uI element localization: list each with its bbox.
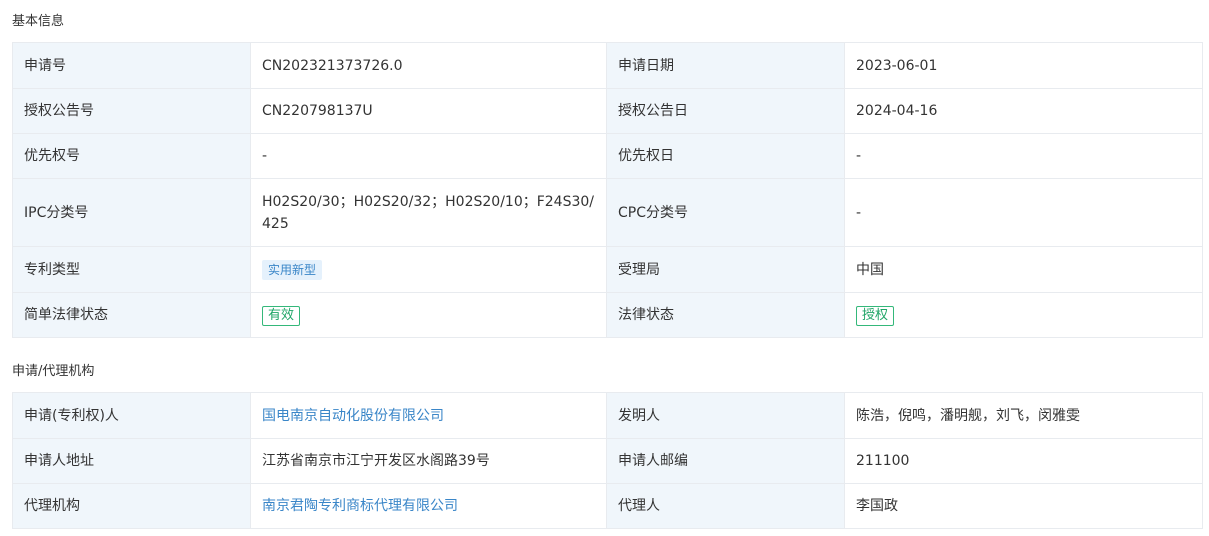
patent-type-label: 专利类型 <box>12 246 251 293</box>
basic-info-table: 申请号 CN202321373726.0 申请日期 2023-06-01 授权公… <box>12 42 1203 338</box>
simple-status-cell: 有效 <box>250 292 607 338</box>
section-title-basic-info: 基本信息 <box>12 14 65 29</box>
priority-no-value: - <box>250 133 607 179</box>
grant-no-label: 授权公告号 <box>12 88 251 134</box>
simple-status-label: 简单法律状态 <box>12 292 251 338</box>
ipc-value: H02S20/30；H02S20/32；H02S20/10；F24S30/425 <box>250 178 607 247</box>
app-no-value: CN202321373726.0 <box>250 42 607 89</box>
priority-date-value: - <box>844 133 1203 179</box>
table-row: 优先权号 - 优先权日 - <box>12 133 1203 179</box>
cpc-value: - <box>844 178 1203 247</box>
agent-value: 李国政 <box>844 483 1203 529</box>
cpc-label: CPC分类号 <box>606 178 845 247</box>
agent-label: 代理人 <box>606 483 845 529</box>
table-row: 申请号 CN202321373726.0 申请日期 2023-06-01 <box>12 42 1203 89</box>
inventor-label: 发明人 <box>606 392 845 439</box>
inventors-value: 陈浩，倪鸣，潘明舰，刘飞，闵雅雯 <box>844 392 1203 439</box>
table-row: 申请(专利权)人 国电南京自动化股份有限公司 发明人 陈浩，倪鸣，潘明舰，刘飞，… <box>12 392 1203 439</box>
office-label: 受理局 <box>606 246 845 293</box>
applicant-label: 申请(专利权)人 <box>12 392 251 439</box>
agency-table: 申请(专利权)人 国电南京自动化股份有限公司 发明人 陈浩，倪鸣，潘明舰，刘飞，… <box>12 392 1203 529</box>
section-title-agency: 申请/代理机构 <box>12 364 95 379</box>
table-row: IPC分类号 H02S20/30；H02S20/32；H02S20/10；F24… <box>12 178 1203 247</box>
priority-no-label: 优先权号 <box>12 133 251 179</box>
patent-type-badge: 实用新型 <box>262 259 323 280</box>
app-no-label: 申请号 <box>12 42 251 89</box>
table-row: 申请人地址 江苏省南京市江宁开发区水阁路39号 申请人邮编 211100 <box>12 438 1203 484</box>
applicant-link[interactable]: 国电南京自动化股份有限公司 <box>262 408 444 424</box>
address-value: 江苏省南京市江宁开发区水阁路39号 <box>250 438 607 484</box>
legal-status-cell: 授权 <box>844 292 1203 338</box>
table-row: 简单法律状态 有效 法律状态 授权 <box>12 292 1203 338</box>
grant-date-label: 授权公告日 <box>606 88 845 134</box>
legal-status-badge: 授权 <box>856 306 895 326</box>
grant-no-value: CN220798137U <box>250 88 607 134</box>
simple-status-badge: 有效 <box>262 306 301 326</box>
table-row: 代理机构 南京君陶专利商标代理有限公司 代理人 李国政 <box>12 483 1203 529</box>
app-date-label: 申请日期 <box>606 42 845 89</box>
table-row: 授权公告号 CN220798137U 授权公告日 2024-04-16 <box>12 88 1203 134</box>
ipc-label: IPC分类号 <box>12 178 251 247</box>
applicant-cell: 国电南京自动化股份有限公司 <box>250 392 607 439</box>
priority-date-label: 优先权日 <box>606 133 845 179</box>
grant-date-value: 2024-04-16 <box>844 88 1203 134</box>
legal-status-label: 法律状态 <box>606 292 845 338</box>
patent-type-cell: 实用新型 <box>250 246 607 293</box>
agency-label: 代理机构 <box>12 483 251 529</box>
agency-link[interactable]: 南京君陶专利商标代理有限公司 <box>262 498 458 514</box>
zip-label: 申请人邮编 <box>606 438 845 484</box>
address-label: 申请人地址 <box>12 438 251 484</box>
office-value: 中国 <box>844 246 1203 293</box>
agency-cell: 南京君陶专利商标代理有限公司 <box>250 483 607 529</box>
table-row: 专利类型 实用新型 受理局 中国 <box>12 246 1203 293</box>
app-date-value: 2023-06-01 <box>844 42 1203 89</box>
zip-value: 211100 <box>844 438 1203 484</box>
